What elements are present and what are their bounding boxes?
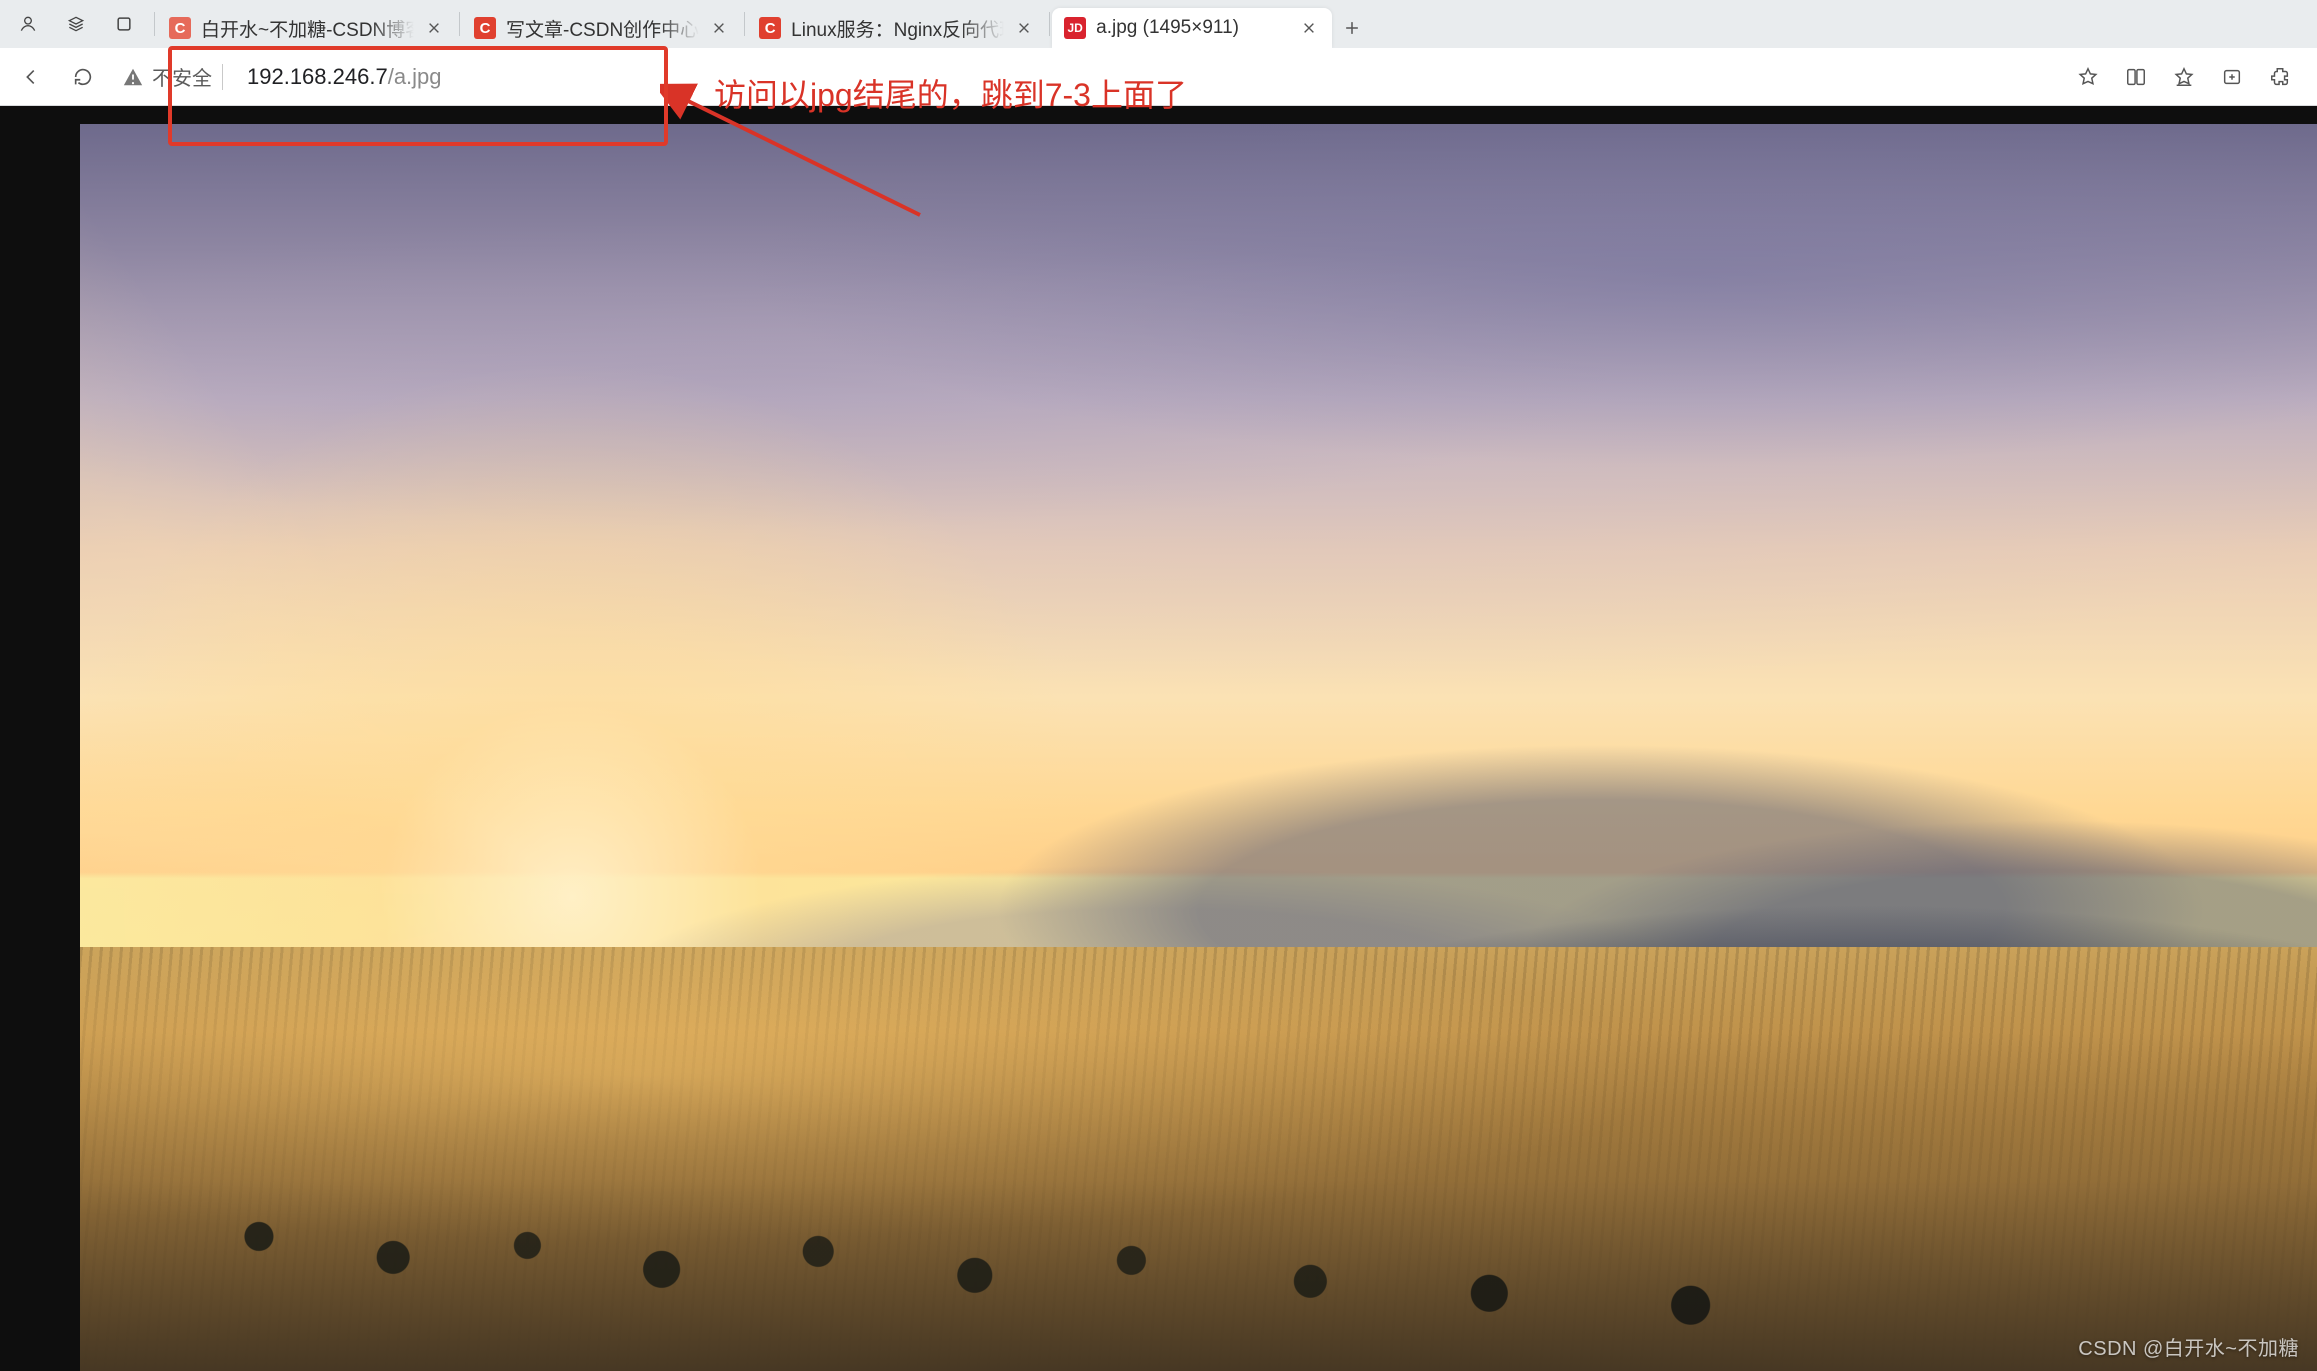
collections-button[interactable] [2209, 55, 2255, 99]
extensions-button[interactable] [2257, 55, 2303, 99]
not-secure-icon [122, 66, 144, 88]
url-host: 192.168.246.7 [247, 64, 388, 90]
tab-ajpg[interactable]: JD a.jpg (1495×911) [1052, 8, 1332, 48]
tab-title: 白开水~不加糖-CSDN博客 [201, 15, 414, 42]
split-screen-button[interactable] [2113, 55, 2159, 99]
address-bar[interactable]: 192.168.246.7/a.jpg [243, 57, 2059, 97]
tab-title: 写文章-CSDN创作中心 [506, 15, 699, 42]
page-viewport: CSDN @白开水~不加糖 [0, 106, 2317, 1371]
favicon-icon: C [169, 17, 191, 39]
tab-csdn-nginx[interactable]: C Linux服务：Nginx反向代理与负 [747, 8, 1047, 48]
refresh-button[interactable] [60, 55, 106, 99]
displayed-image[interactable] [80, 124, 2317, 1371]
tab-actions-icon[interactable] [102, 4, 146, 44]
close-icon[interactable] [424, 18, 444, 38]
security-label: 不安全 [152, 62, 212, 91]
toolbar-right [2065, 55, 2309, 99]
separator [154, 12, 155, 36]
separator [744, 12, 745, 36]
close-icon[interactable] [709, 18, 729, 38]
favorites-menu-button[interactable] [2161, 55, 2207, 99]
new-tab-button[interactable] [1332, 8, 1372, 48]
close-icon[interactable] [1014, 18, 1034, 38]
tab-csdn-write[interactable]: C 写文章-CSDN创作中心 [462, 8, 742, 48]
favorite-button[interactable] [2065, 55, 2111, 99]
url-path: /a.jpg [388, 64, 442, 90]
tab-csdn-blog[interactable]: C 白开水~不加糖-CSDN博客 [157, 8, 457, 48]
back-button[interactable] [8, 55, 54, 99]
security-chip[interactable]: 不安全 [112, 57, 237, 97]
workspaces-icon[interactable] [54, 4, 98, 44]
tab-title: a.jpg (1495×911) [1096, 17, 1289, 39]
favicon-icon: C [759, 17, 781, 39]
separator [1049, 12, 1050, 36]
window-controls [0, 0, 152, 48]
profile-icon[interactable] [6, 4, 50, 44]
tab-title: Linux服务：Nginx反向代理与负 [791, 15, 1004, 42]
toolbar: 不安全 192.168.246.7/a.jpg [0, 48, 2317, 106]
watermark-text: CSDN @白开水~不加糖 [2078, 1332, 2299, 1361]
tab-strip: C 白开水~不加糖-CSDN博客 C 写文章-CSDN创作中心 C Linux服… [0, 0, 2317, 48]
favicon-icon: C [474, 17, 496, 39]
separator [222, 64, 223, 90]
close-icon[interactable] [1299, 18, 1319, 38]
separator [459, 12, 460, 36]
favicon-icon: JD [1064, 17, 1086, 39]
